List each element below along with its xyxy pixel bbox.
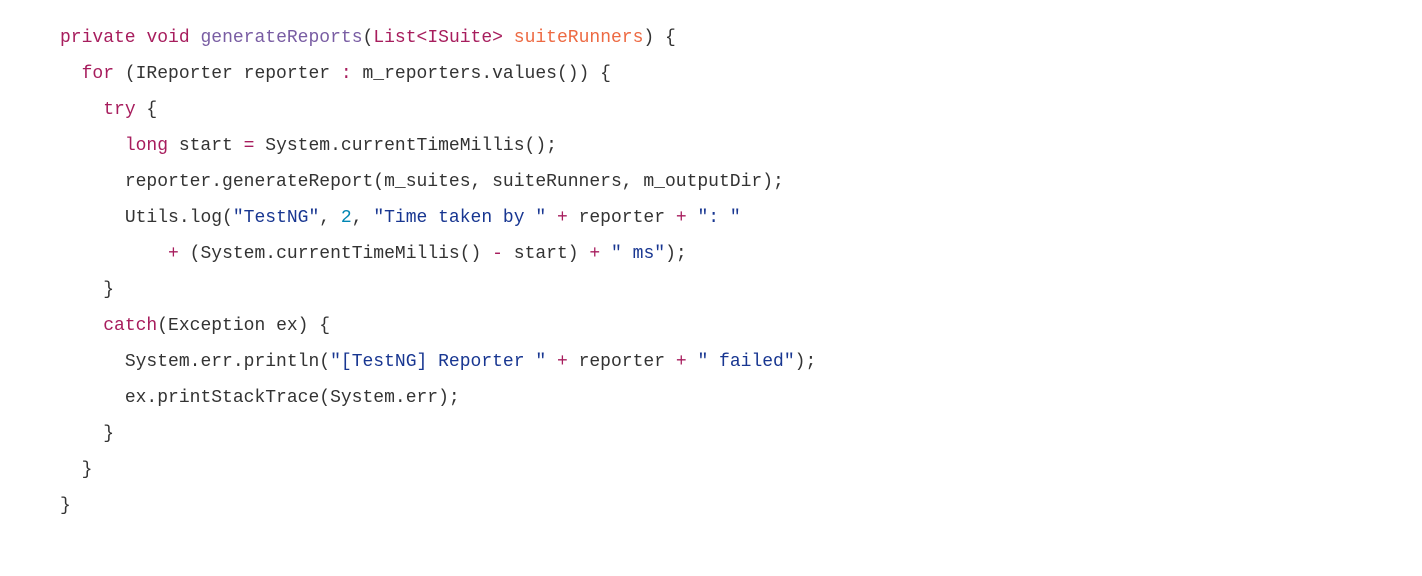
string-literal: ": "	[697, 208, 740, 228]
method-name: generateReports	[200, 28, 362, 48]
code-line-14: }	[60, 496, 71, 516]
keyword-long: long	[125, 136, 168, 156]
code-line-11: ex.printStackTrace(System.err);	[60, 388, 460, 408]
type-exception: Exception	[168, 316, 265, 336]
type-isuite: ISuite	[427, 28, 492, 48]
param-suiterunners: suiteRunners	[514, 28, 644, 48]
code-line-2: for (IReporter reporter : m_reporters.va…	[60, 64, 611, 84]
string-literal: "[TestNG] Reporter "	[330, 352, 546, 372]
code-line-7: + (System.currentTimeMillis() - start) +…	[60, 244, 687, 264]
string-literal: " ms"	[611, 244, 665, 264]
code-line-12: }	[60, 424, 114, 444]
string-literal: "Time taken by "	[373, 208, 546, 228]
code-line-10: System.err.println("[TestNG] Reporter " …	[60, 352, 816, 372]
code-line-3: try {	[60, 100, 157, 120]
code-line-1: private void generateReports(List<ISuite…	[60, 28, 676, 48]
keyword-try: try	[103, 100, 135, 120]
code-line-8: }	[60, 280, 114, 300]
string-literal: "TestNG"	[233, 208, 319, 228]
keyword-for: for	[82, 64, 114, 84]
keyword-private: private	[60, 28, 136, 48]
type-list: List	[373, 28, 416, 48]
number-literal: 2	[341, 208, 352, 228]
keyword-catch: catch	[103, 316, 157, 336]
code-line-4: long start = System.currentTimeMillis();	[60, 136, 557, 156]
string-literal: " failed"	[697, 352, 794, 372]
code-line-6: Utils.log("TestNG", 2, "Time taken by " …	[60, 208, 741, 228]
code-line-5: reporter.generateReport(m_suites, suiteR…	[60, 172, 784, 192]
code-block: private void generateReports(List<ISuite…	[60, 20, 1362, 524]
type-ireporter: IReporter	[136, 64, 233, 84]
keyword-void: void	[146, 28, 189, 48]
code-line-9: catch(Exception ex) {	[60, 316, 330, 336]
code-line-13: }	[60, 460, 92, 480]
